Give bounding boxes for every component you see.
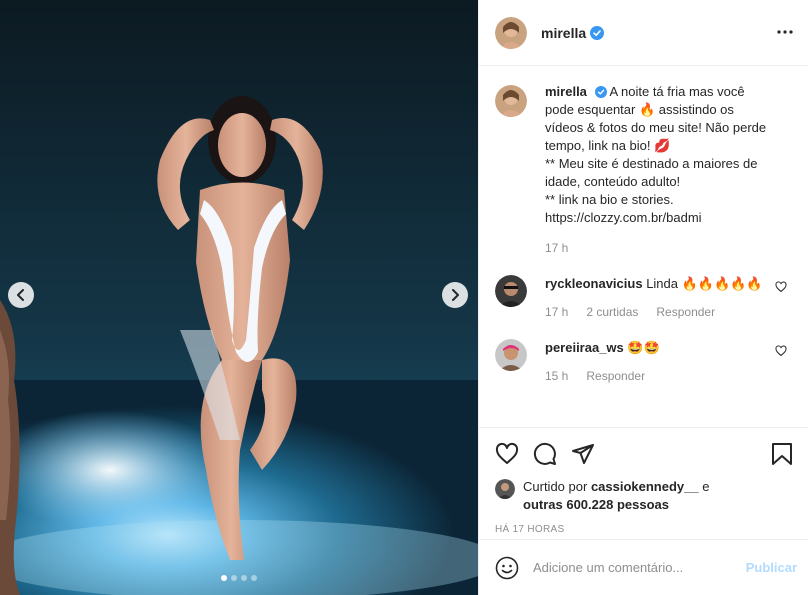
comment-time[interactable]: 17 h xyxy=(545,303,568,321)
verified-badge-icon xyxy=(590,25,605,40)
liked-by-others[interactable]: outras 600.228 pessoas xyxy=(523,497,669,512)
comment-bubble-icon[interactable] xyxy=(533,442,557,466)
chevron-left-icon xyxy=(17,289,24,301)
liked-by-joiner: e xyxy=(702,479,710,494)
liker-avatar[interactable] xyxy=(495,479,515,499)
liked-by-prefix: Curtido por xyxy=(523,479,588,494)
comment-time[interactable]: 15 h xyxy=(545,367,568,385)
author-username[interactable]: mirella xyxy=(541,25,586,41)
post-timestamp[interactable]: HÁ 17 HORAS xyxy=(495,524,793,535)
caption-username[interactable]: mirella xyxy=(545,84,587,99)
comment-reply-button[interactable]: Responder xyxy=(586,367,645,385)
comments-list[interactable]: mirella A noite tá fria mas você pode es… xyxy=(479,67,808,427)
likes-summary: Curtido por cassiokennedy__ e outras 600… xyxy=(495,478,793,514)
comment-username[interactable]: pereiiraa_ws xyxy=(545,340,624,355)
comment-item: pereiiraa_ws 🤩🤩 15 h Responder xyxy=(495,339,793,385)
comment-likes[interactable]: 2 curtidas xyxy=(586,303,638,321)
chevron-right-icon xyxy=(452,289,459,301)
like-comment-heart-icon[interactable] xyxy=(775,345,787,357)
caption-author-avatar[interactable] xyxy=(495,85,527,117)
caption-line: A noite tá fria mas você xyxy=(609,84,745,99)
carousel-dot xyxy=(251,575,257,581)
caption-line: pode esquentar 🔥 assistindo os xyxy=(545,102,734,117)
author-avatar[interactable] xyxy=(495,16,527,49)
save-bookmark-icon[interactable] xyxy=(771,442,793,466)
post-details-panel: mirella mirella A noite tá fria mas você… xyxy=(478,0,808,595)
publish-button[interactable]: Publicar xyxy=(746,560,797,575)
like-comment-heart-icon[interactable] xyxy=(775,281,787,293)
caption-line: tempo, link na bio! 💋 xyxy=(545,138,671,153)
carousel-next-button[interactable] xyxy=(442,282,468,308)
liked-by-user[interactable]: cassiokennedy__ xyxy=(591,479,699,494)
carousel-prev-button[interactable] xyxy=(8,282,34,308)
comment-input[interactable] xyxy=(533,560,746,575)
more-horizontal-icon[interactable] xyxy=(776,23,794,41)
like-heart-icon[interactable] xyxy=(495,442,519,466)
comment-text: 🤩🤩 xyxy=(627,340,660,355)
caption-line: idade, conteúdo adulto! xyxy=(545,174,681,189)
post-actions: Curtido por cassiokennedy__ e outras 600… xyxy=(479,427,808,535)
share-direct-icon[interactable] xyxy=(571,442,595,466)
verified-badge-icon xyxy=(594,86,607,98)
post-header: mirella xyxy=(479,0,808,66)
caption-timestamp[interactable]: 17 h xyxy=(545,239,568,257)
carousel-indicator xyxy=(0,575,478,581)
photo-scene xyxy=(0,0,478,595)
post-photo[interactable] xyxy=(0,0,478,595)
carousel-dot xyxy=(221,575,227,581)
commenter-avatar[interactable] xyxy=(495,275,527,307)
comment-text: Linda 🔥🔥🔥🔥🔥 xyxy=(646,276,763,291)
caption-link[interactable]: https://clozzy.com.br/badmi xyxy=(545,209,785,227)
comment-reply-button[interactable]: Responder xyxy=(656,303,715,321)
caption-line: vídeos & fotos do meu site! Não perde xyxy=(545,120,767,135)
add-comment-bar: Publicar xyxy=(479,539,808,595)
commenter-avatar[interactable] xyxy=(495,339,527,371)
emoji-smiley-icon[interactable] xyxy=(495,556,519,580)
comment-username[interactable]: ryckleonavicius xyxy=(545,276,643,291)
carousel-dot xyxy=(241,575,247,581)
caption-line: ** link na bio e stories. xyxy=(545,192,674,207)
comment-item: ryckleonavicius Linda 🔥🔥🔥🔥🔥 17 h 2 curti… xyxy=(495,275,793,321)
post-caption: mirella A noite tá fria mas você pode es… xyxy=(495,83,793,257)
caption-line: ** Meu site é destinado a maiores de xyxy=(545,156,758,171)
carousel-dot xyxy=(231,575,237,581)
